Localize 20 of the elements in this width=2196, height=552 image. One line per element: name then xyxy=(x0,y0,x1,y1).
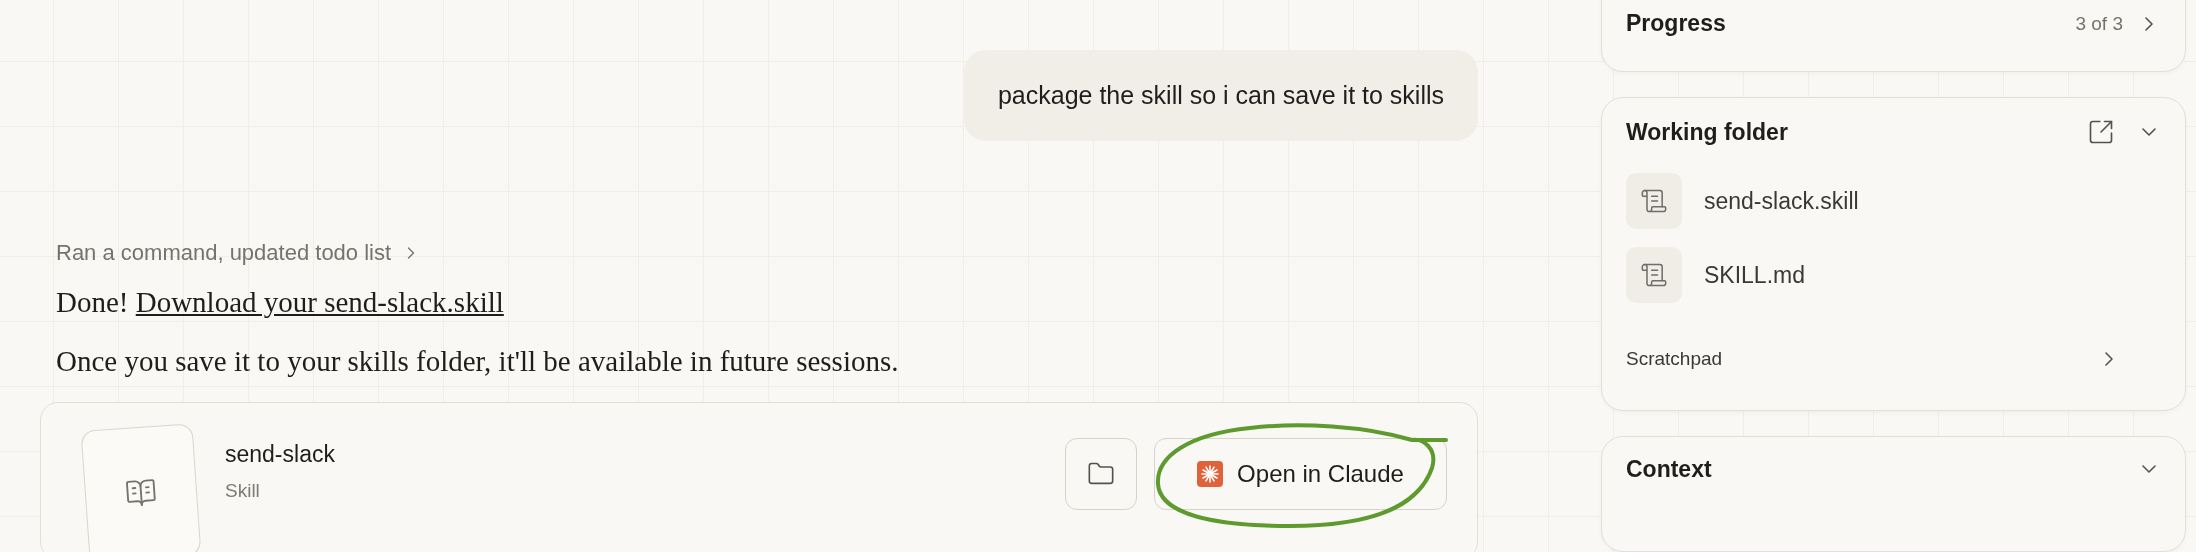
progress-count: 3 of 3 xyxy=(2075,12,2123,35)
artifact-type: Skill xyxy=(225,480,261,502)
external-link-icon[interactable] xyxy=(2087,118,2115,146)
logo-icon xyxy=(1197,461,1224,487)
scratchpad-link[interactable]: Scratchpad xyxy=(1626,324,2161,394)
response-text: Done! Download your send-slack.skill xyxy=(55,286,505,319)
user-message: package the skill so i can save it to skills xyxy=(963,50,1478,141)
file-item[interactable]: SKILL.md xyxy=(1626,238,2161,312)
panel-title: Progress xyxy=(1626,10,1727,37)
folder-button[interactable] xyxy=(1065,438,1137,510)
download-link[interactable]: Download your send-slack.skill xyxy=(135,286,504,318)
file-item[interactable]: send-slack.skill xyxy=(1626,164,2161,238)
panel-title: Context xyxy=(1626,455,1713,483)
file-icon xyxy=(1626,173,1682,229)
artifact-name: send-slack xyxy=(225,441,336,468)
open-in-app-button[interactable]: Open in Claude xyxy=(1154,438,1447,510)
file-icon xyxy=(1626,247,1682,303)
panel-title: Working folder xyxy=(1626,118,1789,146)
tool-summary-toggle[interactable]: Ran a command, updated todo list xyxy=(40,240,422,266)
response-text: Once you save it to your skills folder, it'll be available in future sessions. xyxy=(55,345,900,378)
